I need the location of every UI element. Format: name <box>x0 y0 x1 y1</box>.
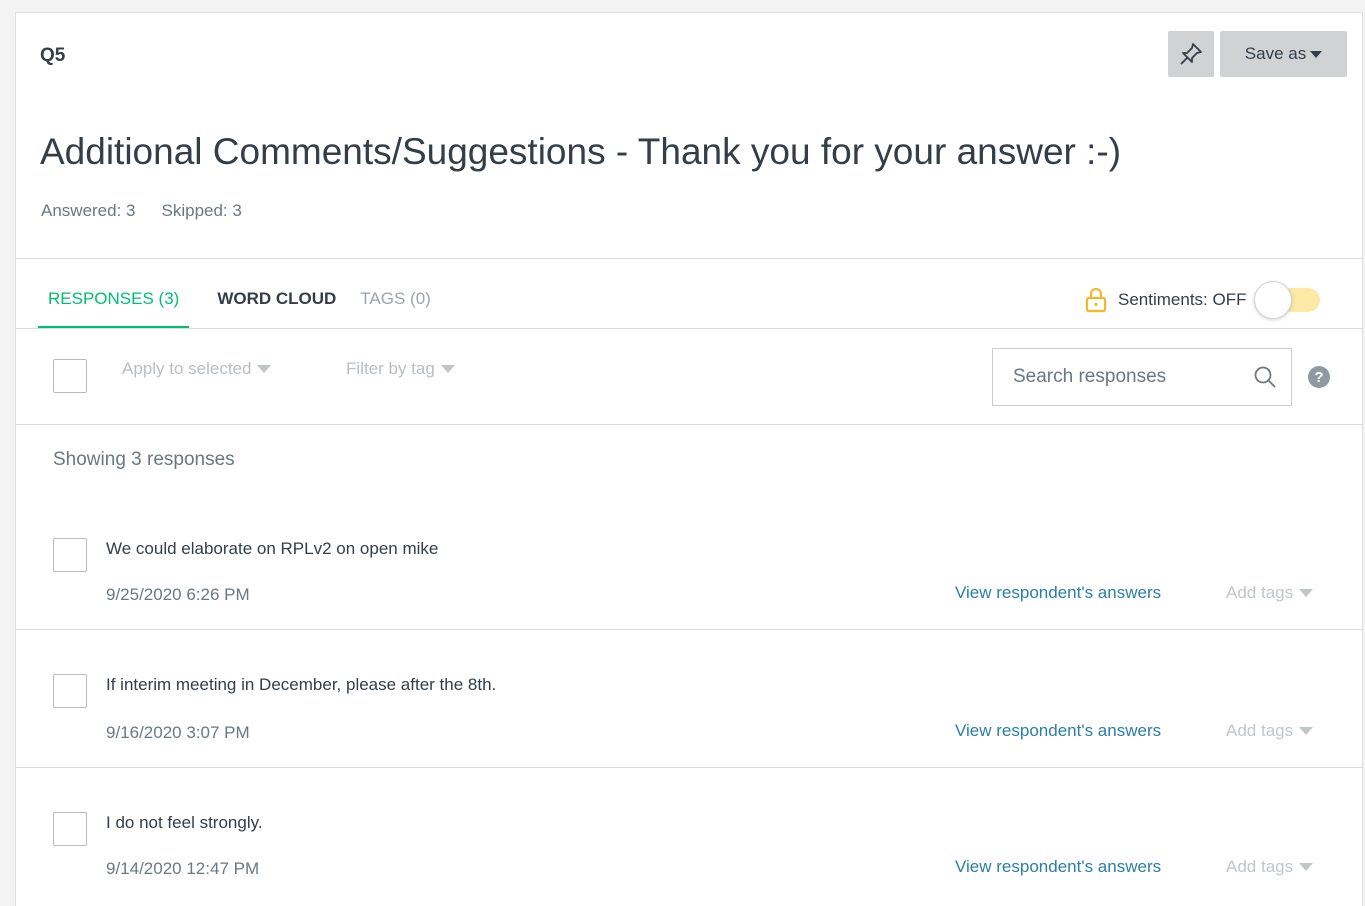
tab-responses[interactable]: RESPONSES (3) <box>38 281 190 329</box>
lock-icon <box>1085 287 1107 313</box>
toggle-knob <box>1254 281 1293 319</box>
row-divider <box>16 629 1362 630</box>
skipped-count: Skipped: 3 <box>161 201 242 220</box>
response-row: If interim meeting in December, please a… <box>16 659 1362 767</box>
row-divider <box>16 767 1362 768</box>
response-row: I do not feel strongly. 9/14/2020 12:47 … <box>16 797 1362 897</box>
toolbar-divider <box>16 424 1362 425</box>
page-title: Additional Comments/Suggestions - Thank … <box>40 131 1122 172</box>
chevron-down-icon <box>257 365 272 373</box>
response-stats: Answered: 3 Skipped: 3 <box>41 201 242 221</box>
view-respondent-link[interactable]: View respondent's answers <box>955 583 1161 603</box>
save-as-label: Save as <box>1244 44 1307 63</box>
chevron-down-icon <box>1299 589 1314 597</box>
response-text: We could elaborate on RPLv2 on open mike <box>106 539 439 558</box>
sentiments-control: Sentiments: OFF <box>1084 281 1321 319</box>
filter-label: Filter by tag <box>346 359 435 378</box>
save-as-button[interactable]: Save as <box>1220 31 1347 77</box>
add-tags-label: Add tags <box>1226 583 1294 602</box>
response-checkbox[interactable] <box>53 674 87 708</box>
answered-count: Answered: 3 <box>41 201 136 220</box>
pin-button[interactable] <box>1168 31 1214 77</box>
response-checkbox[interactable] <box>53 538 87 572</box>
filter-by-tag-dropdown[interactable]: Filter by tag <box>346 359 455 379</box>
sentiments-toggle[interactable] <box>1254 281 1321 319</box>
add-tags-dropdown[interactable]: Add tags <box>1226 583 1314 603</box>
add-tags-label: Add tags <box>1226 721 1294 740</box>
search-input[interactable] <box>1013 366 1233 388</box>
view-respondent-link[interactable]: View respondent's answers <box>955 857 1161 877</box>
question-card: Q5 Save as Additional Comments/Suggestio… <box>15 12 1363 906</box>
response-date: 9/14/2020 12:47 PM <box>106 859 260 878</box>
apply-label: Apply to selected <box>122 359 252 378</box>
showing-count: Showing 3 responses <box>53 449 235 470</box>
chevron-down-icon <box>440 365 455 373</box>
add-tags-dropdown[interactable]: Add tags <box>1226 857 1314 877</box>
help-icon[interactable]: ? <box>1308 366 1330 388</box>
tab-word-cloud[interactable]: WORD CLOUD <box>207 281 346 329</box>
chevron-down-icon <box>1299 727 1314 735</box>
tab-bar: RESPONSES (3) WORD CLOUD TAGS (0) <box>38 281 441 329</box>
response-text: If interim meeting in December, please a… <box>106 675 497 694</box>
view-respondent-link[interactable]: View respondent's answers <box>955 721 1161 741</box>
tab-tags[interactable]: TAGS (0) <box>350 281 441 329</box>
response-checkbox[interactable] <box>53 812 87 846</box>
response-text: I do not feel strongly. <box>106 813 263 832</box>
chevron-down-icon <box>1299 863 1314 871</box>
response-row: We could elaborate on RPLv2 on open mike… <box>16 523 1362 629</box>
question-number: Q5 <box>40 45 66 66</box>
add-tags-dropdown[interactable]: Add tags <box>1226 721 1314 741</box>
select-all-checkbox[interactable] <box>53 359 87 393</box>
tabs-divider <box>16 328 1362 329</box>
search-icon[interactable] <box>1253 365 1277 389</box>
add-tags-label: Add tags <box>1226 857 1294 876</box>
chevron-down-icon <box>1310 50 1323 58</box>
apply-to-selected-dropdown[interactable]: Apply to selected <box>122 359 272 379</box>
pin-icon <box>1180 43 1202 65</box>
response-date: 9/16/2020 3:07 PM <box>106 723 250 742</box>
response-date: 9/25/2020 6:26 PM <box>106 585 250 604</box>
header-divider <box>16 258 1362 259</box>
sentiments-label: Sentiments: OFF <box>1118 290 1247 309</box>
search-box <box>992 348 1292 406</box>
